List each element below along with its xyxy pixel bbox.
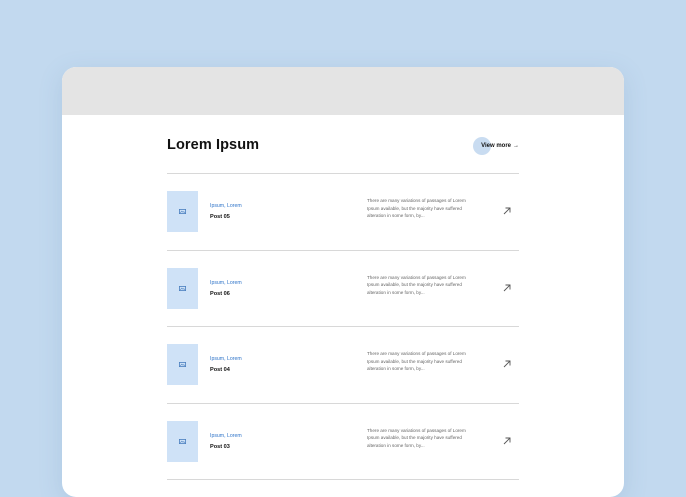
post-category[interactable]: Ipsum, Lorem: [210, 356, 242, 362]
section-header: Lorem Ipsum View more →: [167, 115, 519, 173]
post-title[interactable]: Post 03: [210, 444, 230, 450]
image-icon: [179, 285, 186, 291]
post-category[interactable]: Ipsum, Lorem: [210, 433, 242, 439]
view-more-label: View more: [481, 143, 511, 149]
browser-window: Lorem Ipsum View more → Ipsum, Lorem Pos…: [62, 67, 624, 497]
post-title[interactable]: Post 05: [210, 214, 230, 220]
post-description: There are many variations of passages of…: [367, 198, 466, 219]
post-thumbnail: [167, 344, 198, 385]
arrow-right-icon: →: [513, 143, 519, 149]
post-row[interactable]: Ipsum, Lorem Post 05 There are many vari…: [167, 174, 519, 251]
section-title: Lorem Ipsum: [167, 137, 260, 153]
post-description: There are many variations of passages of…: [367, 427, 466, 448]
post-thumbnail: [167, 191, 198, 232]
post-list: Ipsum, Lorem Post 05 There are many vari…: [167, 174, 519, 480]
image-icon: [179, 362, 186, 367]
post-row[interactable]: Ipsum, Lorem Post 03 There are many vari…: [167, 404, 519, 480]
arrow-up-right-icon[interactable]: [502, 359, 512, 369]
post-thumbnail: [167, 420, 198, 462]
post-row[interactable]: Ipsum, Lorem Post 06 There are many vari…: [167, 251, 519, 327]
post-description: There are many variations of passages of…: [367, 351, 466, 372]
window-title-bar: [62, 67, 624, 115]
image-icon: [179, 438, 186, 444]
arrow-up-right-icon[interactable]: [502, 206, 512, 216]
post-category[interactable]: Ipsum, Lorem: [210, 203, 242, 209]
post-title[interactable]: Post 06: [210, 291, 230, 297]
image-icon: [179, 209, 186, 214]
view-more-button[interactable]: View more →: [473, 137, 519, 155]
arrow-up-right-icon[interactable]: [502, 436, 512, 446]
post-thumbnail: [167, 267, 198, 309]
arrow-up-right-icon[interactable]: [502, 283, 512, 293]
post-category[interactable]: Ipsum, Lorem: [210, 280, 242, 286]
post-title[interactable]: Post 04: [210, 367, 230, 373]
post-row[interactable]: Ipsum, Lorem Post 04 There are many vari…: [167, 327, 519, 404]
post-description: There are many variations of passages of…: [367, 274, 466, 295]
blog-section: Lorem Ipsum View more → Ipsum, Lorem Pos…: [167, 115, 519, 480]
